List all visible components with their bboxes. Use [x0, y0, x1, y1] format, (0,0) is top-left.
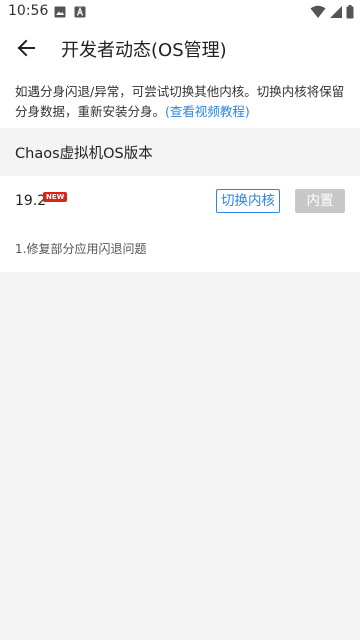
signal-icon [330, 6, 342, 18]
arrow-left-icon [17, 39, 35, 57]
status-icons-left [54, 6, 86, 18]
app-bar: 开发者动态(OS管理) [0, 24, 360, 72]
wifi-icon [310, 5, 326, 18]
status-time: 10:56 [8, 3, 49, 19]
status-bar: 10:56 [0, 0, 360, 24]
status-icons-right [310, 5, 354, 19]
new-badge: NEW [43, 192, 68, 202]
switch-kernel-button[interactable]: 切换内核 [216, 189, 280, 213]
back-button[interactable] [8, 30, 44, 66]
a-icon [74, 6, 86, 18]
version-number: 19.2 [15, 193, 47, 209]
version-item: 19.2 NEW 切换内核 内置 1.修复部分应用闪退问题 [0, 176, 360, 272]
image-icon [54, 6, 66, 18]
builtin-button[interactable]: 内置 [295, 189, 345, 213]
battery-icon [346, 5, 354, 19]
notice-banner: 如遇分身闪退/异常，可尝试切换其他内核。切换内核将保留分身数据，重新安装分身。(… [0, 72, 360, 128]
page-title: 开发者动态(OS管理) [61, 40, 227, 61]
video-tutorial-link[interactable]: (查看视频教程) [165, 104, 250, 119]
section-title: Chaos虚拟机OS版本 [0, 128, 360, 176]
changelog-text: 1.修复部分应用闪退问题 [15, 242, 147, 256]
